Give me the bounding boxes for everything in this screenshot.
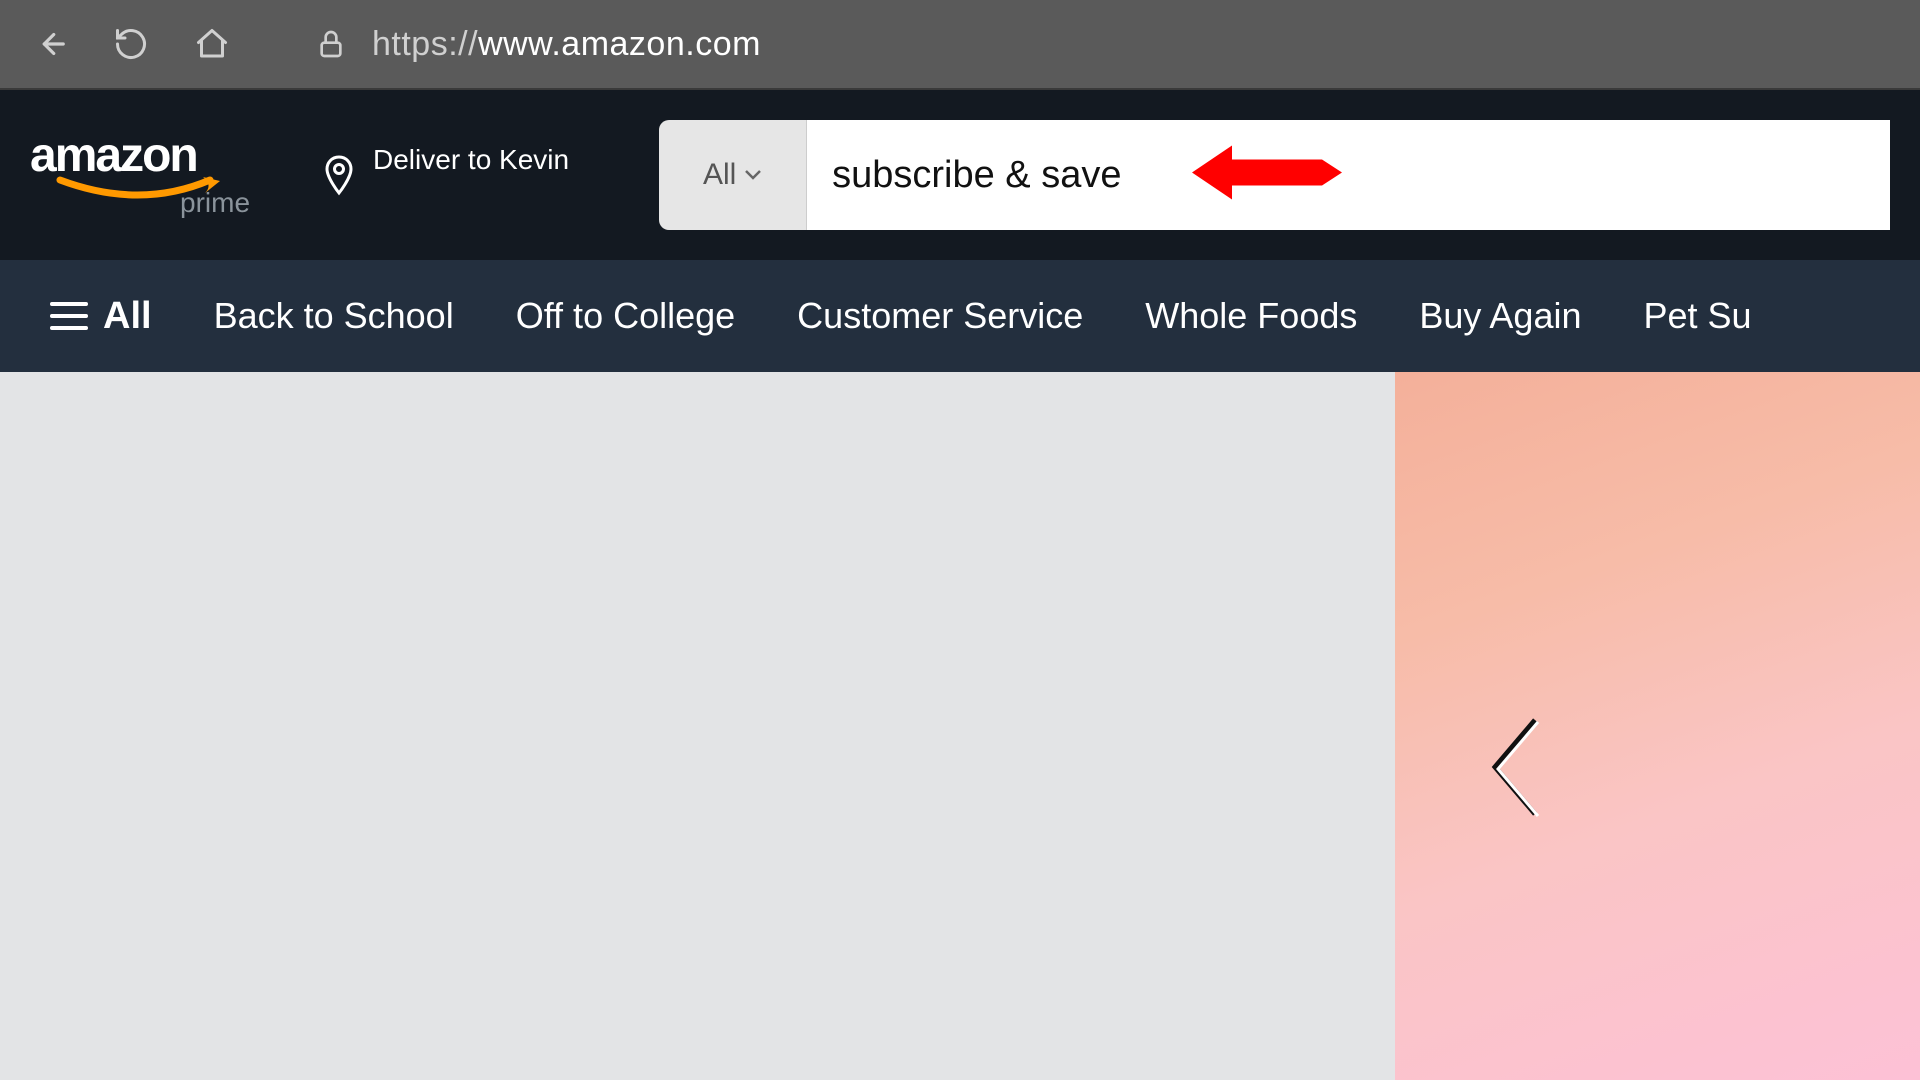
amazon-logo[interactable]: amazon prime	[30, 132, 250, 219]
search-bar: All	[659, 120, 1890, 230]
nav-back-to-school[interactable]: Back to School	[214, 295, 454, 337]
dropdown-label: All	[703, 158, 736, 192]
location-pin-icon	[320, 154, 358, 196]
secondary-nav: All Back to School Off to College Custom…	[0, 260, 1920, 372]
address-bar[interactable]: https://www.amazon.com	[315, 25, 1890, 64]
search-input-container	[807, 120, 1890, 230]
logo-text: amazon	[30, 132, 250, 180]
search-category-dropdown[interactable]: All	[659, 120, 807, 230]
content-left-panel	[0, 372, 1395, 1080]
nav-all-menu[interactable]: All	[50, 295, 152, 338]
url-text: https://www.amazon.com	[372, 25, 761, 64]
lock-icon	[315, 28, 347, 60]
nav-whole-foods[interactable]: Whole Foods	[1145, 295, 1357, 337]
nav-customer-service[interactable]: Customer Service	[797, 295, 1083, 337]
refresh-button[interactable]	[113, 26, 149, 62]
back-button[interactable]	[30, 25, 68, 63]
main-content	[0, 372, 1920, 1080]
hero-carousel-panel	[1395, 372, 1920, 1080]
search-input[interactable]	[832, 154, 1865, 197]
prime-label: prime	[180, 187, 250, 219]
carousel-prev-button[interactable]	[1480, 712, 1550, 827]
chevron-down-icon	[744, 169, 762, 181]
browser-toolbar: https://www.amazon.com	[0, 0, 1920, 90]
nav-all-label: All	[103, 295, 152, 338]
annotation-arrow-icon	[1187, 138, 1347, 213]
nav-buy-again[interactable]: Buy Again	[1419, 295, 1581, 337]
hamburger-icon	[50, 300, 88, 332]
site-header: amazon prime Deliver to Kevin All	[0, 90, 1920, 260]
deliver-to-label: Deliver to Kevin	[373, 144, 569, 176]
deliver-to-button[interactable]: Deliver to Kevin	[320, 144, 569, 206]
nav-pet-supplies[interactable]: Pet Su	[1644, 295, 1752, 337]
nav-off-to-college[interactable]: Off to College	[516, 295, 735, 337]
home-button[interactable]	[194, 26, 230, 62]
